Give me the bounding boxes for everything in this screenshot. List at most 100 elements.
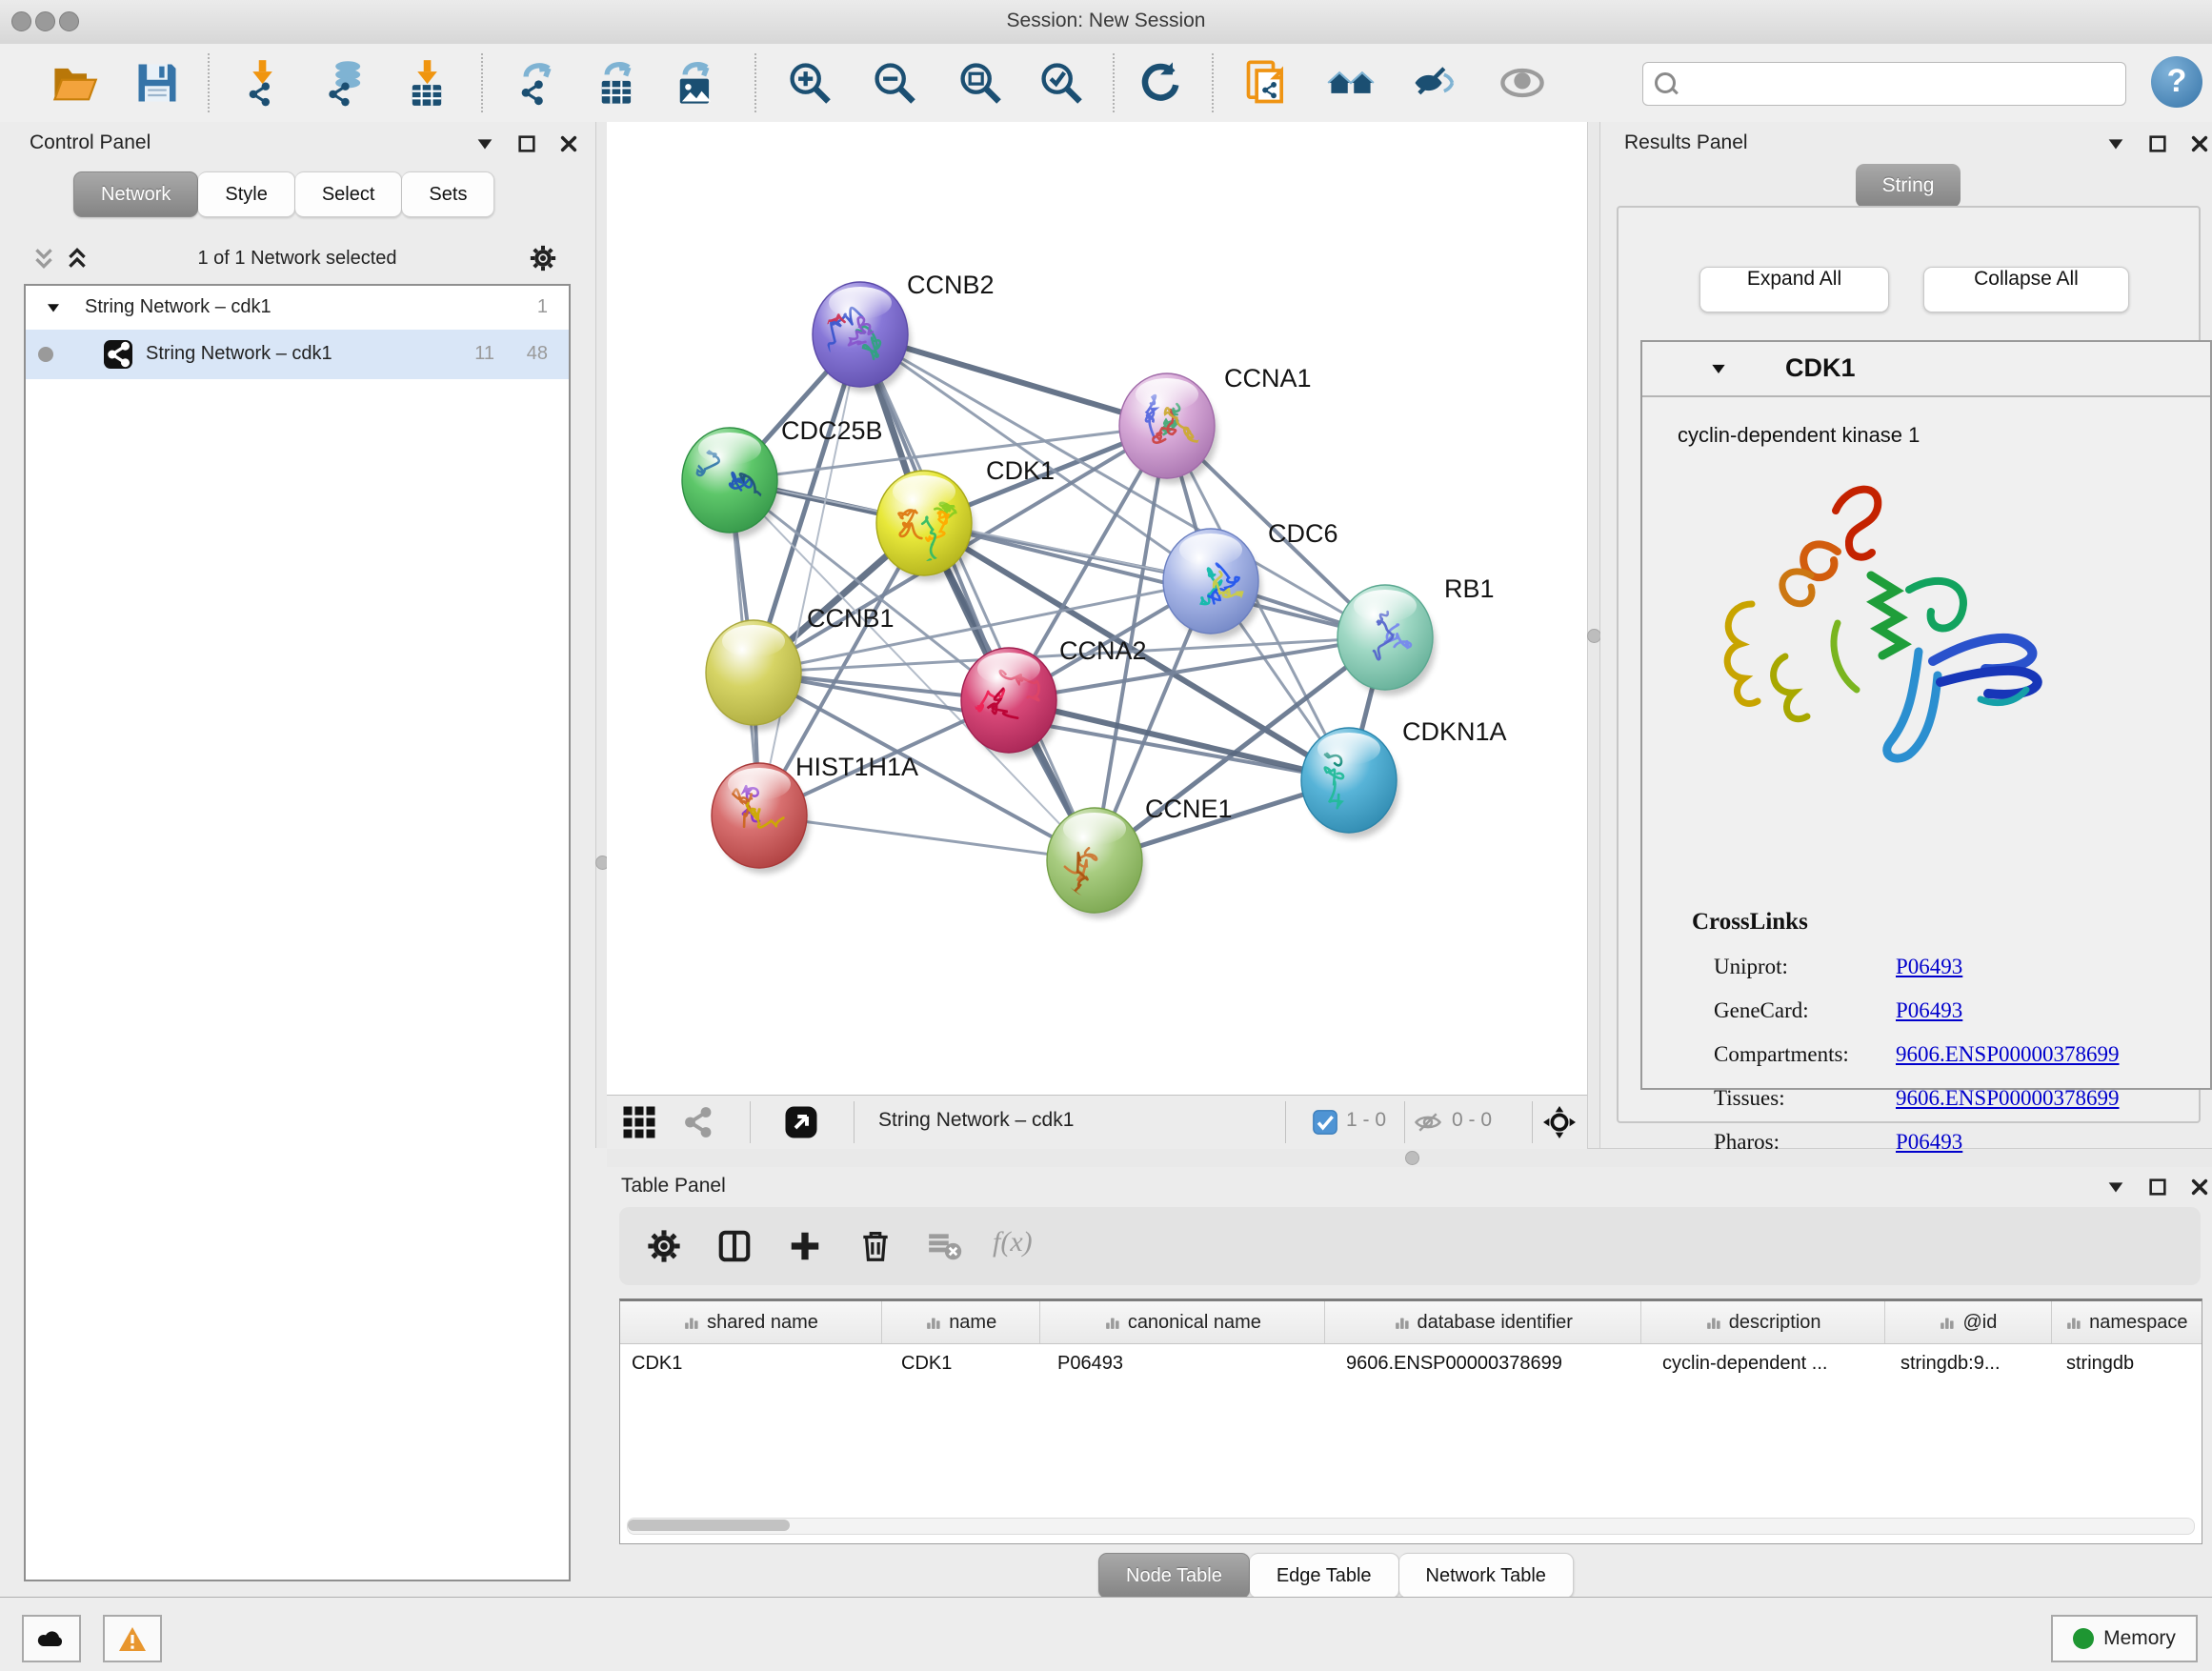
network-current-dot <box>38 347 53 362</box>
tab-edge-table[interactable]: Edge Table <box>1250 1553 1399 1599</box>
crosslink-link[interactable]: 9606.ENSP00000378699 <box>1896 1042 2120 1067</box>
network-canvas[interactable]: CCNB2CCNA1CDC25BCDK1CDC6RB1CCNB1CCNA2CDK… <box>607 122 1587 1095</box>
memory-button[interactable]: Memory <box>2051 1615 2198 1662</box>
panel-menu-icon[interactable] <box>2105 1177 2126 1198</box>
refresh-icon[interactable] <box>1136 58 1185 108</box>
protein-header[interactable]: CDK1 <box>1642 342 2210 397</box>
network-node-CDC6[interactable]: CDC6 <box>1163 519 1338 639</box>
clone-network-icon[interactable] <box>1242 58 1292 108</box>
open-session-icon[interactable] <box>50 58 99 108</box>
import-table-icon[interactable] <box>402 58 452 108</box>
tab-style[interactable]: Style <box>198 171 294 217</box>
export-image-icon[interactable] <box>671 58 720 108</box>
column-header[interactable]: shared name <box>620 1301 882 1343</box>
panel-menu-icon[interactable] <box>2105 133 2126 154</box>
selected-checkbox-icon[interactable] <box>1312 1109 1338 1136</box>
close-panel-icon[interactable] <box>558 133 579 154</box>
crosslink-link[interactable]: P06493 <box>1896 998 1962 1023</box>
zoom-in-icon[interactable] <box>785 58 835 108</box>
tab-select[interactable]: Select <box>295 171 403 217</box>
hidden-eye-icon[interactable] <box>1414 1108 1442 1137</box>
cell-canonical-name: P06493 <box>1040 1344 1325 1386</box>
table-options-gear-icon[interactable] <box>646 1228 682 1264</box>
crosslink-link[interactable]: 9606.ENSP00000378699 <box>1896 1086 2120 1111</box>
network-options-gear-icon[interactable] <box>529 244 557 272</box>
import-network-icon[interactable] <box>237 58 287 108</box>
close-panel-icon[interactable] <box>2189 133 2210 154</box>
view-network-icon[interactable] <box>680 1105 714 1139</box>
node-label-CCNB1: CCNB1 <box>807 604 895 633</box>
add-column-icon[interactable] <box>787 1228 823 1264</box>
network-node-CCNE1[interactable]: CCNE1 <box>1047 795 1233 918</box>
hide-panel-eye-icon[interactable] <box>1409 58 1458 108</box>
collapse-section-icon[interactable] <box>1709 359 1728 378</box>
toolbar-separator <box>208 53 210 112</box>
zoom-out-icon[interactable] <box>870 58 919 108</box>
detach-view-icon[interactable] <box>784 1105 818 1139</box>
cloud-status-button[interactable] <box>22 1615 81 1662</box>
protein-name: CDK1 <box>1785 353 1856 383</box>
zoom-selected-icon[interactable] <box>1036 58 1086 108</box>
table-row[interactable]: CDK1 CDK1 P06493 9606.ENSP00000378699 cy… <box>620 1344 2202 1386</box>
delete-column-trash-icon[interactable] <box>857 1228 894 1264</box>
network-node-CDKN1A[interactable]: CDKN1A <box>1290 717 1507 838</box>
tab-string[interactable]: String <box>1856 164 1961 208</box>
tab-network[interactable]: Network <box>73 171 198 217</box>
splitter-handle[interactable] <box>1405 1151 1419 1165</box>
column-header[interactable]: name <box>882 1301 1040 1343</box>
horizontal-splitter[interactable] <box>607 1148 2212 1169</box>
collection-expand-icon[interactable] <box>45 299 62 316</box>
network-node-count: 11 <box>474 343 494 365</box>
tab-sets[interactable]: Sets <box>402 171 494 217</box>
network-collection-row[interactable]: String Network – cdk1 1 <box>26 286 569 330</box>
network-node-CCNB2[interactable]: CCNB2 <box>805 271 995 393</box>
network-node-RB1[interactable]: RB1 <box>1337 574 1495 695</box>
string-results-container: Expand All Collapse All CDK1 cyclin-depe… <box>1617 206 2201 1123</box>
column-header[interactable]: database identifier <box>1325 1301 1641 1343</box>
show-panel-eye-icon[interactable] <box>1498 58 1547 108</box>
table-horizontal-scrollbar[interactable] <box>627 1518 2195 1535</box>
column-header[interactable]: description <box>1641 1301 1885 1343</box>
zoom-fit-icon[interactable] <box>955 58 1005 108</box>
help-button[interactable]: ? <box>2151 56 2202 108</box>
crosslink-link[interactable]: P06493 <box>1896 1130 1962 1155</box>
splitter-handle[interactable] <box>1587 629 1601 643</box>
network-node-CDK1[interactable]: CDK1 <box>876 456 1055 583</box>
crosslink-link[interactable]: P06493 <box>1896 955 1962 979</box>
search-input[interactable] <box>1687 67 2120 101</box>
export-network-icon[interactable] <box>512 58 561 108</box>
close-panel-icon[interactable] <box>2189 1177 2210 1198</box>
collapse-all-button[interactable]: Collapse All <box>1923 267 2129 312</box>
float-panel-icon[interactable] <box>2147 133 2168 154</box>
save-session-icon[interactable] <box>132 58 182 108</box>
cell-name: CDK1 <box>882 1344 1040 1386</box>
view-grid-icon[interactable] <box>622 1105 656 1139</box>
results-panel-title: Results Panel <box>1624 131 1748 154</box>
export-table-icon[interactable] <box>593 58 642 108</box>
crosslink-label: Pharos: <box>1714 1130 1885 1155</box>
expand-all-button[interactable]: Expand All <box>1699 267 1889 312</box>
network-node-HIST1H1A[interactable]: HIST1H1A <box>712 753 918 874</box>
warning-icon <box>118 1626 147 1652</box>
float-panel-icon[interactable] <box>516 133 537 154</box>
toolbar-separator <box>754 53 756 112</box>
string-home-icon[interactable] <box>1326 58 1376 108</box>
control-panel-title: Control Panel <box>30 131 151 154</box>
separator <box>1404 1101 1405 1143</box>
column-header[interactable]: namespace <box>2052 1301 2202 1343</box>
scrollbar-thumb[interactable] <box>628 1520 790 1531</box>
float-panel-icon[interactable] <box>2147 1177 2168 1198</box>
protein-structure-image <box>1695 461 2057 785</box>
right-splitter[interactable] <box>1587 122 1600 1148</box>
birds-eye-view-icon[interactable] <box>1543 1106 1576 1138</box>
warnings-button[interactable] <box>103 1615 162 1662</box>
network-node-CCNA1[interactable]: CCNA1 <box>1119 364 1312 484</box>
panel-menu-icon[interactable] <box>474 133 495 154</box>
show-columns-icon[interactable] <box>716 1228 753 1264</box>
tab-node-table[interactable]: Node Table <box>1098 1553 1250 1599</box>
tab-network-table[interactable]: Network Table <box>1399 1553 1574 1599</box>
network-row-selected[interactable]: String Network – cdk1 11 48 <box>26 330 569 379</box>
column-header[interactable]: canonical name <box>1040 1301 1325 1343</box>
column-header[interactable]: @id <box>1885 1301 2051 1343</box>
import-database-icon[interactable] <box>321 58 371 108</box>
